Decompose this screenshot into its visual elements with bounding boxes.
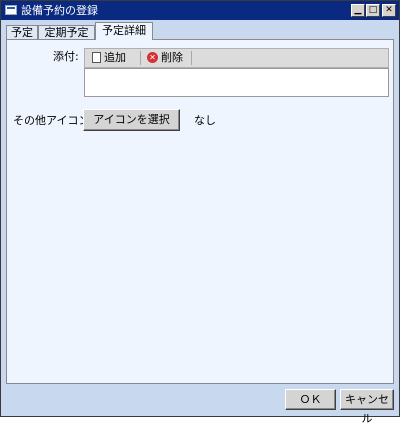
minimize-button[interactable]: ▁: [351, 4, 365, 17]
delete-icon: ✕: [147, 52, 158, 63]
window-app-icon: [5, 5, 17, 15]
window-title: 設備予約の登録: [21, 4, 98, 17]
toolbar-separator: [191, 51, 192, 65]
ok-button[interactable]: ＯＫ: [285, 389, 336, 410]
details-panel: 添付: 追加 ✕ 削除 その他アイコン: アイコンを選択 なし: [6, 39, 394, 384]
tab-recurring-schedule[interactable]: 定期予定: [38, 25, 95, 39]
add-attachment-button[interactable]: 追加: [92, 50, 136, 66]
icon-value: なし: [194, 114, 216, 127]
tab-schedule[interactable]: 予定: [6, 25, 38, 39]
dialog-footer: ＯＫ キャンセル: [1, 386, 399, 425]
attachment-toolbar: 追加 ✕ 削除: [84, 48, 389, 68]
attachment-label: 添付:: [53, 50, 79, 63]
select-icon-button[interactable]: アイコンを選択: [83, 109, 180, 131]
toolbar-separator: [140, 51, 141, 65]
dialog-window: 設備予約の登録 ▁ □ ✕ 予定 定期予定 予定詳細 添付: 追加 ✕ 削除 そ…: [0, 0, 400, 425]
maximize-button[interactable]: □: [366, 4, 380, 17]
attachment-list[interactable]: [84, 68, 389, 97]
other-icon-label: その他アイコン:: [13, 114, 94, 127]
add-attachment-label: 追加: [104, 51, 126, 64]
title-bar[interactable]: 設備予約の登録 ▁ □ ✕: [1, 1, 399, 20]
tab-schedule-details[interactable]: 予定詳細: [95, 22, 153, 40]
close-button[interactable]: ✕: [382, 4, 396, 17]
delete-attachment-label: 削除: [161, 51, 183, 64]
cancel-button[interactable]: キャンセル: [340, 389, 394, 425]
delete-attachment-button[interactable]: ✕ 削除: [147, 50, 191, 66]
document-icon: [92, 52, 101, 63]
